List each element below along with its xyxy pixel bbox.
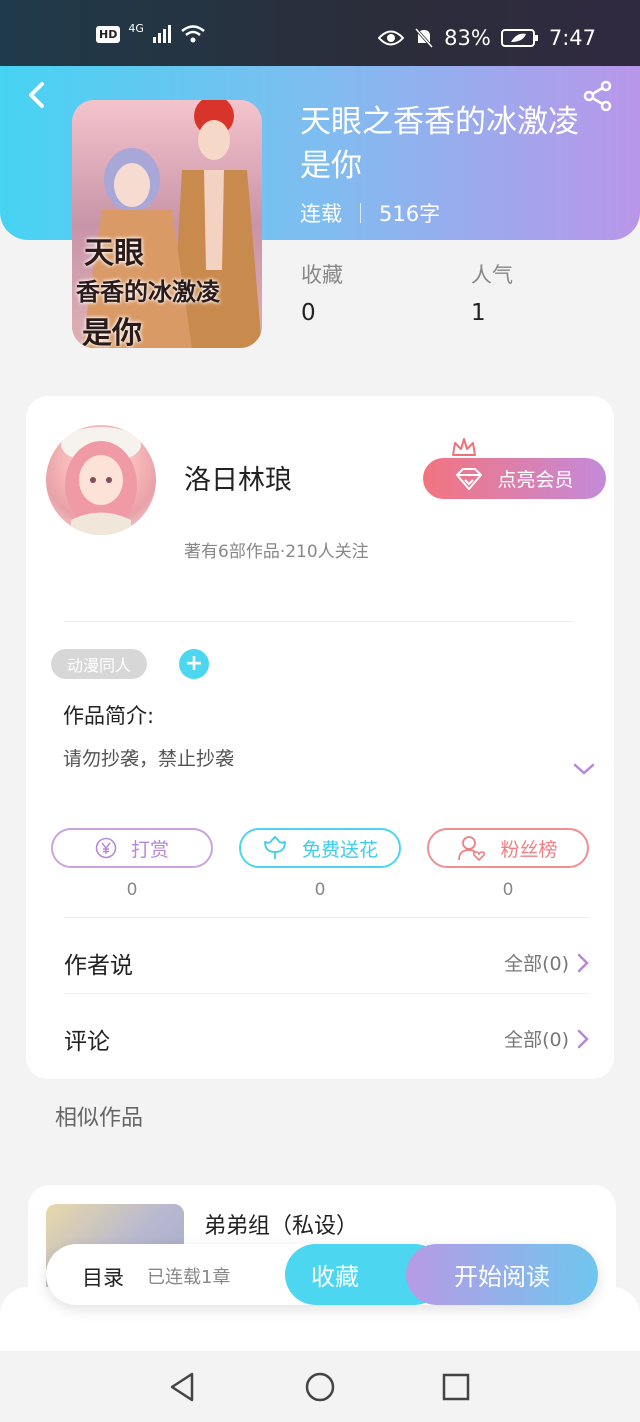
divider-2 [64,917,589,918]
send-flower-button[interactable]: 免费送花 [239,828,401,868]
avatar-illustration [61,427,141,535]
similar-section-title: 相似作品 [55,1106,144,1131]
battery-icon [500,29,538,47]
author-avatar[interactable] [46,425,156,535]
chevron-right-icon [577,1029,589,1048]
tag-chip[interactable]: 动漫同人 [51,649,147,679]
system-nav-bar [0,1351,640,1422]
status-right: 83% 7:47 [378,26,596,50]
author-says-all[interactable]: 全部(0) [504,949,589,976]
comments-row[interactable]: 评论 全部(0) [64,1006,589,1068]
reward-label: 打赏 [130,838,169,861]
chevron-down-icon[interactable] [572,760,596,778]
eye-icon [378,30,405,46]
nav-home-icon[interactable] [304,1371,336,1403]
mute-bell-icon [415,28,434,48]
signal-icon [152,25,171,43]
status-left: HD 4G [96,21,206,44]
author-says-count: 全部(0) [504,953,569,975]
reward-count: 0 [126,880,138,900]
collect-value: 0 [301,300,316,326]
flower-count: 0 [314,880,326,900]
chapter-count: 已连载1章 [147,1267,231,1288]
wifi-icon [181,25,205,43]
fans-ranking-label: 粉丝榜 [500,838,558,861]
flower-icon [264,836,286,859]
cover-title-line2: 香香的冰激凌 [76,278,220,306]
hd-badge: HD [96,25,121,43]
comments-count: 全部(0) [504,1029,569,1051]
divider-1 [64,621,574,622]
battery-percent: 83% [444,26,491,50]
intro-text: 请勿抄袭，禁止抄袭 [63,748,235,770]
book-cover[interactable]: 天眼 香香的冰激凌 是你 [72,100,262,348]
yen-icon [95,837,117,859]
clock: 7:47 [548,26,596,50]
cover-title-line3: 是你 [82,316,142,348]
author-says-row[interactable]: 作者说 全部(0) [64,930,589,992]
author-says-label: 作者说 [64,953,133,979]
fans-count: 0 [502,880,514,900]
diamond-icon [456,467,483,490]
fans-icon [458,836,486,861]
cover-title-line1: 天眼 [84,236,144,271]
comments-all[interactable]: 全部(0) [504,1025,589,1052]
vip-button-label: 点亮会员 [497,469,574,491]
popularity-value: 1 [471,300,486,326]
back-icon[interactable] [24,80,50,110]
send-flower-label: 免费送花 [301,838,378,861]
status-bar: HD 4G 83% 7:47 [0,0,640,66]
fans-ranking-button[interactable]: 粉丝榜 [427,828,589,868]
vip-button[interactable]: 点亮会员 [423,458,606,499]
intro-label: 作品简介: [63,704,155,728]
meta-separator [360,203,361,223]
book-title: 天眼之香香的冰激凌是你 [300,104,579,184]
book-word-count: 516字 [379,202,441,226]
author-info: 著有6部作品·210人关注 [184,542,369,562]
similar-work-title[interactable]: 弟弟组（私设） [204,1208,358,1240]
crown-icon [452,438,476,456]
chevron-right-icon [577,953,589,972]
network-label: 4G [128,21,144,35]
nav-recents-icon[interactable] [441,1372,471,1402]
toc-button[interactable]: 目录 [82,1262,124,1292]
add-tag-button[interactable]: + [179,649,209,679]
start-reading-button[interactable]: 开始阅读 [406,1244,598,1305]
book-status: 连载 [300,202,342,226]
reward-button[interactable]: 打赏 [51,828,213,868]
book-meta: 连载 516字 [300,198,440,228]
popularity-label: 人气 [471,263,513,287]
comments-label: 评论 [64,1029,110,1055]
author-name[interactable]: 洛日林琅 [184,458,292,497]
collect-label: 收藏 [301,263,343,287]
nav-back-icon[interactable] [168,1371,198,1403]
divider-3 [64,993,589,994]
